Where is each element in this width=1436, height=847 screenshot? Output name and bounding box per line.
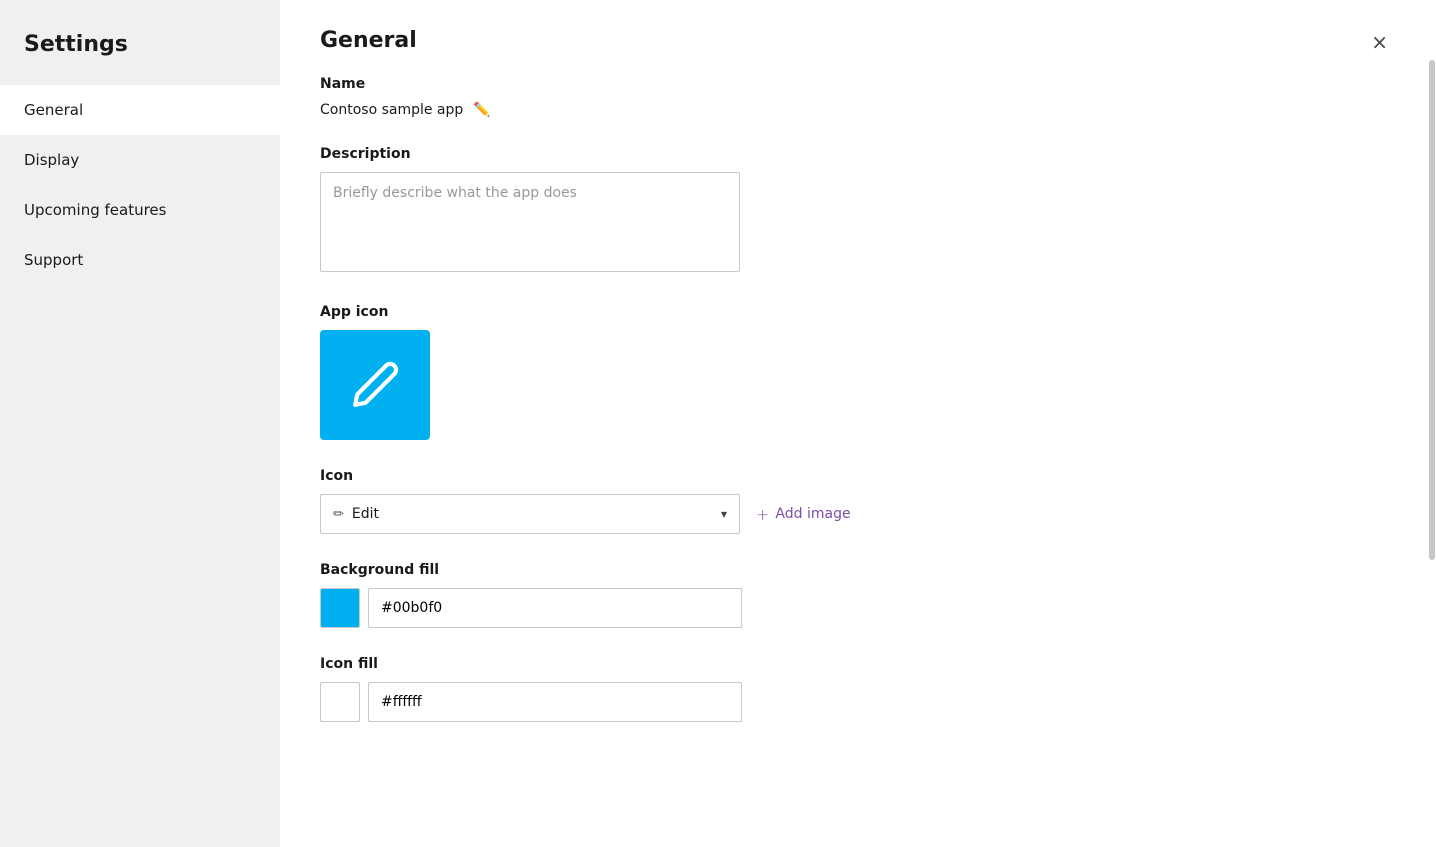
icon-select-pencil: ✏ — [333, 507, 344, 522]
main-content: General × Name Contoso sample app ✏️ Des… — [280, 0, 1436, 847]
icon-color-input[interactable] — [368, 682, 742, 722]
app-name-text: Contoso sample app — [320, 102, 463, 118]
name-value-row: Contoso sample app ✏️ — [320, 102, 1396, 118]
icon-select-value: Edit — [352, 506, 379, 522]
main-header: General × — [280, 0, 1436, 76]
app-icon-preview — [320, 330, 430, 440]
icon-dropdown[interactable]: ✏ Edit ▾ — [320, 494, 740, 534]
icon-section: Icon ✏ Edit ▾ + Add image — [320, 468, 1396, 534]
icon-section-label: Icon — [320, 468, 1396, 484]
sidebar: Settings General Display Upcoming featur… — [0, 0, 280, 847]
add-image-button[interactable]: + Add image — [756, 505, 851, 524]
icon-color-swatch[interactable] — [320, 682, 360, 722]
icon-fill-row — [320, 682, 1396, 722]
background-color-input[interactable] — [368, 588, 742, 628]
sidebar-item-general[interactable]: General — [0, 85, 280, 135]
chevron-down-icon: ▾ — [721, 507, 727, 521]
plus-icon: + — [756, 505, 769, 524]
sidebar-item-support[interactable]: Support — [0, 235, 280, 285]
edit-name-icon[interactable]: ✏️ — [473, 102, 490, 118]
page-title: General — [320, 28, 417, 53]
sidebar-item-display[interactable]: Display — [0, 135, 280, 185]
name-section: Name Contoso sample app ✏️ — [320, 76, 1396, 118]
icon-fill-section: Icon fill — [320, 656, 1396, 722]
name-label: Name — [320, 76, 1396, 92]
description-label: Description — [320, 146, 1396, 162]
scrollbar-thumb[interactable] — [1429, 60, 1435, 560]
sidebar-title: Settings — [0, 0, 280, 85]
background-fill-row — [320, 588, 1396, 628]
background-fill-label: Background fill — [320, 562, 1396, 578]
sidebar-item-upcoming-features[interactable]: Upcoming features — [0, 185, 280, 235]
scrollbar-track — [1428, 0, 1436, 847]
background-fill-section: Background fill — [320, 562, 1396, 628]
app-icon-label: App icon — [320, 304, 1396, 320]
app-icon-section: App icon — [320, 304, 1396, 440]
background-color-swatch[interactable] — [320, 588, 360, 628]
icon-dropdown-row: ✏ Edit ▾ + Add image — [320, 494, 1396, 534]
description-section: Description — [320, 146, 1396, 276]
add-image-label: Add image — [775, 506, 850, 522]
content-area: Name Contoso sample app ✏️ Description A… — [280, 76, 1436, 790]
pencil-icon — [350, 360, 400, 410]
close-button[interactable]: × — [1363, 28, 1396, 56]
icon-fill-label: Icon fill — [320, 656, 1396, 672]
description-textarea[interactable] — [320, 172, 740, 272]
